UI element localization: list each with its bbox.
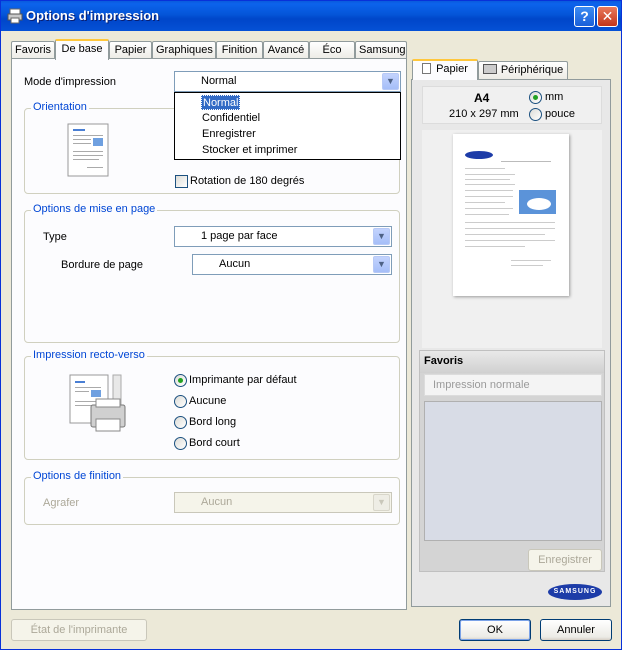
chevron-down-icon[interactable]: ▼: [373, 494, 390, 511]
layout-type-value: 1 page par face: [201, 230, 278, 242]
favorites-name-input[interactable]: Impression normale: [424, 374, 602, 396]
favorites-title: Favoris: [420, 351, 604, 373]
tab-avance[interactable]: Avancé: [263, 41, 309, 59]
ok-button[interactable]: OK: [459, 619, 531, 641]
samsung-logo: SAMSUNG: [548, 584, 602, 600]
preview-panel: A4 210 x 297 mm mm pouce Favoris Impress…: [411, 79, 611, 607]
staple-value: Aucun: [201, 496, 233, 508]
basic-tab-panel: Mode d'impression Normal ▼ Orientation R…: [11, 58, 407, 610]
duplex-option-default: Imprimante par défaut: [189, 374, 297, 386]
unit-radio-inch[interactable]: [529, 108, 542, 121]
tab-favoris[interactable]: Favoris: [11, 41, 55, 59]
finishing-title: Options de finition: [31, 470, 124, 482]
page-preview: [453, 134, 569, 296]
paper-size-box: A4 210 x 297 mm mm pouce: [422, 86, 602, 124]
printer-status-button[interactable]: État de l'imprimante: [11, 619, 147, 641]
close-button[interactable]: ✕: [597, 6, 618, 27]
portrait-page-icon: [67, 123, 109, 177]
option-normal[interactable]: Normal: [201, 95, 241, 110]
page-border-select[interactable]: Aucun ▼: [192, 254, 392, 275]
title-bar: Options d'impression ? ✕: [1, 1, 621, 31]
tab-paper-label: Papier: [436, 63, 468, 75]
unit-mm-label: mm: [545, 91, 564, 103]
page-preview-content: [465, 151, 556, 266]
duplex-title: Impression recto-verso: [31, 349, 147, 361]
duplex-option-short-edge: Bord court: [189, 437, 240, 449]
page-border-value: Aucun: [219, 258, 251, 270]
print-options-dialog: Options d'impression ? ✕ Favoris De base…: [0, 0, 622, 650]
option-enregistrer[interactable]: Enregistrer: [201, 127, 257, 142]
duplex-option-long-edge: Bord long: [189, 416, 237, 428]
unit-inch-label: pouce: [545, 108, 575, 120]
favorites-list[interactable]: [424, 401, 602, 541]
rotate-180-label: Rotation de 180 degrés: [190, 175, 305, 187]
duplex-radio-long-edge[interactable]: [174, 416, 187, 429]
paper-icon: [422, 63, 432, 74]
tab-graphiques[interactable]: Graphiques: [152, 41, 216, 59]
page-border-label: Bordure de page: [61, 259, 143, 271]
favorites-panel: Favoris Impression normale Enregistrer: [419, 350, 605, 572]
option-stocker-imprimer[interactable]: Stocker et imprimer: [201, 143, 298, 158]
duplex-radio-short-edge[interactable]: [174, 437, 187, 450]
duplex-radio-none[interactable]: [174, 395, 187, 408]
printer-icon: [482, 64, 497, 74]
tab-samsung[interactable]: Samsung: [355, 41, 407, 59]
tab-device-label: Périphérique: [500, 64, 564, 76]
paper-size: A4: [474, 91, 490, 105]
save-favorite-button[interactable]: Enregistrer: [528, 549, 602, 571]
rotate-180-checkbox[interactable]: [175, 175, 188, 188]
chevron-down-icon[interactable]: ▼: [382, 73, 399, 90]
help-button[interactable]: ?: [574, 6, 595, 27]
finishing-group: Options de finition Agrafer Aucun ▼: [24, 470, 400, 525]
tab-device[interactable]: Périphérique: [478, 61, 568, 79]
layout-options-group: Options de mise en page Type 1 page par …: [24, 203, 400, 343]
layout-type-select[interactable]: 1 page par face ▼: [174, 226, 392, 247]
tab-de-base[interactable]: De base: [55, 39, 109, 60]
tab-eco[interactable]: Éco: [309, 41, 355, 59]
staple-select[interactable]: Aucun ▼: [174, 492, 392, 513]
orientation-title: Orientation: [31, 101, 89, 113]
cancel-button[interactable]: Annuler: [540, 619, 612, 641]
tab-papier[interactable]: Papier: [109, 41, 152, 59]
duplex-printer-icon: [69, 374, 126, 432]
duplex-group: Impression recto-verso Imprimante par dé…: [24, 349, 400, 460]
print-mode-dropdown-list: Normal Confidentiel Enregistrer Stocker …: [174, 92, 401, 160]
tab-finition[interactable]: Finition: [216, 41, 263, 59]
tab-paper-preview[interactable]: Papier: [412, 59, 478, 80]
page-preview-area: [422, 130, 602, 348]
staple-label: Agrafer: [43, 497, 80, 509]
window-title: Options d'impression: [26, 8, 160, 23]
unit-radio-mm[interactable]: [529, 91, 542, 104]
option-confidentiel[interactable]: Confidentiel: [201, 111, 261, 126]
duplex-option-none: Aucune: [189, 395, 227, 407]
layout-options-title: Options de mise en page: [31, 203, 158, 215]
paper-dimensions: 210 x 297 mm: [449, 108, 519, 120]
print-mode-label: Mode d'impression: [24, 76, 116, 88]
print-mode-value: Normal: [201, 75, 237, 87]
print-mode-select[interactable]: Normal ▼: [174, 71, 401, 92]
printer-app-icon: [7, 8, 23, 24]
chevron-down-icon[interactable]: ▼: [373, 228, 390, 245]
layout-type-label: Type: [43, 231, 67, 243]
duplex-radio-default[interactable]: [174, 374, 187, 387]
chevron-down-icon[interactable]: ▼: [373, 256, 390, 273]
